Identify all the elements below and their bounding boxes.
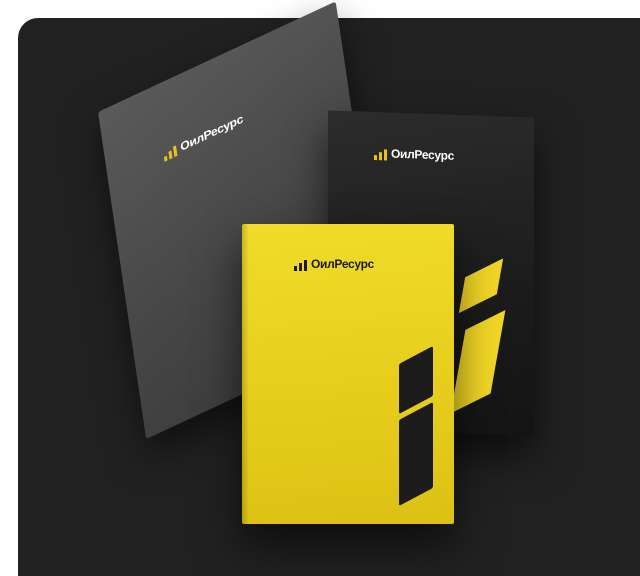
brand-logo-black-book: ОилРесурс xyxy=(374,146,454,163)
yellow-i-stem-mark xyxy=(450,309,506,414)
yellow-book-front: ОилРесурс xyxy=(242,224,454,524)
book-mockup-scene: ОилРесурс ОилРесурс ОилРесурс xyxy=(0,0,640,576)
brand-name-text: ОилРесурс xyxy=(179,111,244,154)
bars-logo-icon xyxy=(294,260,307,271)
brand-logo-yellow-book: ОилРесурс xyxy=(294,257,374,271)
brand-name-text: ОилРесурс xyxy=(311,257,375,271)
bars-logo-icon xyxy=(374,149,387,161)
yellow-i-dot-mark xyxy=(458,258,504,314)
brand-logo-grey-book: ОилРесурс xyxy=(163,112,244,162)
bars-logo-icon xyxy=(163,145,178,162)
black-i-stem-mark xyxy=(399,401,433,506)
brand-name-text: ОилРесурс xyxy=(391,146,455,163)
